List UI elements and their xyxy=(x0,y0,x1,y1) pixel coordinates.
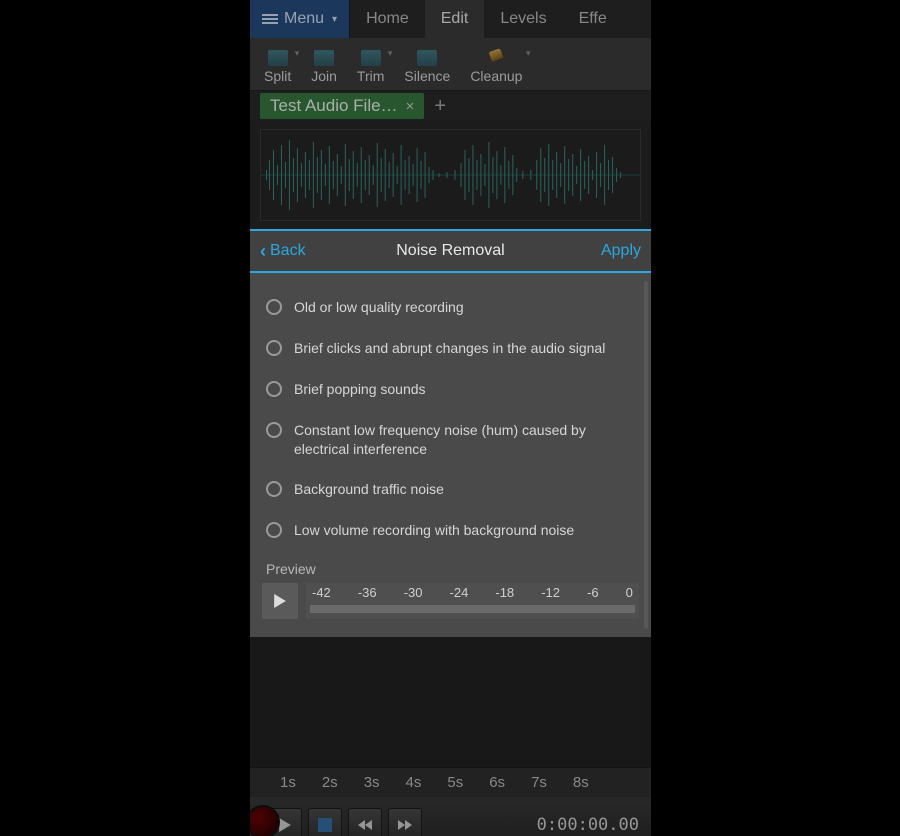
chevron-down-icon: ▾ xyxy=(295,48,300,59)
time-tick: 8s xyxy=(573,774,589,791)
meter-bar xyxy=(310,605,635,613)
tool-trim-label: Trim xyxy=(357,68,384,84)
chevron-down-icon: ▾ xyxy=(332,14,337,25)
hamburger-icon xyxy=(262,12,278,26)
option-label: Background traffic noise xyxy=(294,480,444,499)
record-button[interactable] xyxy=(250,805,280,836)
radio-icon xyxy=(266,481,282,497)
rewind-icon xyxy=(358,818,372,832)
stop-icon xyxy=(318,818,332,832)
radio-icon xyxy=(266,299,282,315)
tick: -6 xyxy=(587,585,599,600)
tick: -12 xyxy=(541,585,560,600)
time-tick: 7s xyxy=(531,774,547,791)
chevron-down-icon: ▾ xyxy=(388,48,393,59)
noise-removal-panel: ‹ Back Noise Removal Apply Old or low qu… xyxy=(250,229,651,637)
tick: 0 xyxy=(626,585,633,600)
timecode: 0:00:00.00 xyxy=(537,815,639,835)
option-label: Brief popping sounds xyxy=(294,380,426,399)
preview-play-button[interactable] xyxy=(262,583,298,619)
tool-split[interactable]: ▾ Split xyxy=(254,46,301,90)
tool-silence[interactable]: Silence xyxy=(394,46,460,90)
tab-edit[interactable]: Edit xyxy=(425,0,485,38)
add-tab-button[interactable]: + xyxy=(434,95,446,118)
menu-button[interactable]: Menu ▾ xyxy=(250,0,350,38)
tick: -36 xyxy=(358,585,377,600)
option-label: Brief clicks and abrupt changes in the a… xyxy=(294,339,605,358)
editor-area[interactable] xyxy=(250,637,651,767)
tool-cleanup[interactable]: ▾ Cleanup xyxy=(460,46,532,90)
tool-silence-label: Silence xyxy=(404,68,450,84)
option-traffic[interactable]: Background traffic noise xyxy=(262,469,639,510)
forward-icon xyxy=(398,818,412,832)
waveform-overview[interactable] xyxy=(260,129,641,221)
file-tab-name: Test Audio File… xyxy=(270,96,398,116)
silence-icon xyxy=(417,50,437,66)
forward-button[interactable] xyxy=(388,808,422,836)
option-label: Old or low quality recording xyxy=(294,298,464,317)
radio-icon xyxy=(266,381,282,397)
tool-join-label: Join xyxy=(311,68,337,84)
time-tick: 5s xyxy=(447,774,463,791)
rewind-button[interactable] xyxy=(348,808,382,836)
tool-join[interactable]: Join xyxy=(301,46,347,90)
radio-icon xyxy=(266,340,282,356)
play-icon xyxy=(273,594,287,608)
tick: -42 xyxy=(312,585,331,600)
split-icon xyxy=(268,50,288,66)
time-tick: 3s xyxy=(364,774,380,791)
option-popping[interactable]: Brief popping sounds xyxy=(262,369,639,410)
time-tick: 1s xyxy=(280,774,296,791)
time-tick: 6s xyxy=(489,774,505,791)
close-icon[interactable]: × xyxy=(406,98,415,115)
option-old-recording[interactable]: Old or low quality recording xyxy=(262,287,639,328)
cleanup-icon xyxy=(486,50,506,66)
apply-button[interactable]: Apply xyxy=(601,242,641,260)
option-low-volume[interactable]: Low volume recording with background noi… xyxy=(262,510,639,551)
stop-button[interactable] xyxy=(308,808,342,836)
join-icon xyxy=(314,50,334,66)
transport-bar: 0:00:00.00 xyxy=(250,797,651,836)
chevron-down-icon: ▾ xyxy=(526,48,531,59)
tab-effects[interactable]: Effe xyxy=(563,0,623,38)
main-tabs: Home Edit Levels Effe xyxy=(350,0,623,38)
tab-home[interactable]: Home xyxy=(350,0,425,38)
time-tick: 2s xyxy=(322,774,338,791)
radio-icon xyxy=(266,422,282,438)
option-hum[interactable]: Constant low frequency noise (hum) cause… xyxy=(262,410,639,470)
panel-title: Noise Removal xyxy=(250,242,651,260)
play-icon xyxy=(278,818,292,832)
timeline-ruler[interactable]: 1s 2s 3s 4s 5s 6s 7s 8s xyxy=(250,767,651,797)
back-button[interactable]: ‹ Back xyxy=(260,241,306,262)
tab-levels[interactable]: Levels xyxy=(484,0,562,38)
level-meter: -42 -36 -30 -24 -18 -12 -6 0 xyxy=(306,583,639,619)
menu-label: Menu xyxy=(284,10,324,28)
tick: -24 xyxy=(450,585,469,600)
tick: -30 xyxy=(404,585,423,600)
tool-trim[interactable]: ▾ Trim xyxy=(347,46,394,90)
trim-icon xyxy=(361,50,381,66)
option-label: Constant low frequency noise (hum) cause… xyxy=(294,421,635,459)
chevron-left-icon: ‹ xyxy=(260,241,266,262)
radio-icon xyxy=(266,522,282,538)
tick: -18 xyxy=(495,585,514,600)
option-clicks[interactable]: Brief clicks and abrupt changes in the a… xyxy=(262,328,639,369)
back-label: Back xyxy=(270,242,306,260)
tool-cleanup-label: Cleanup xyxy=(470,68,522,84)
file-tab[interactable]: Test Audio File… × xyxy=(260,93,424,119)
option-label: Low volume recording with background noi… xyxy=(294,521,574,540)
time-tick: 4s xyxy=(406,774,422,791)
preview-label: Preview xyxy=(266,561,639,577)
tool-split-label: Split xyxy=(264,68,291,84)
